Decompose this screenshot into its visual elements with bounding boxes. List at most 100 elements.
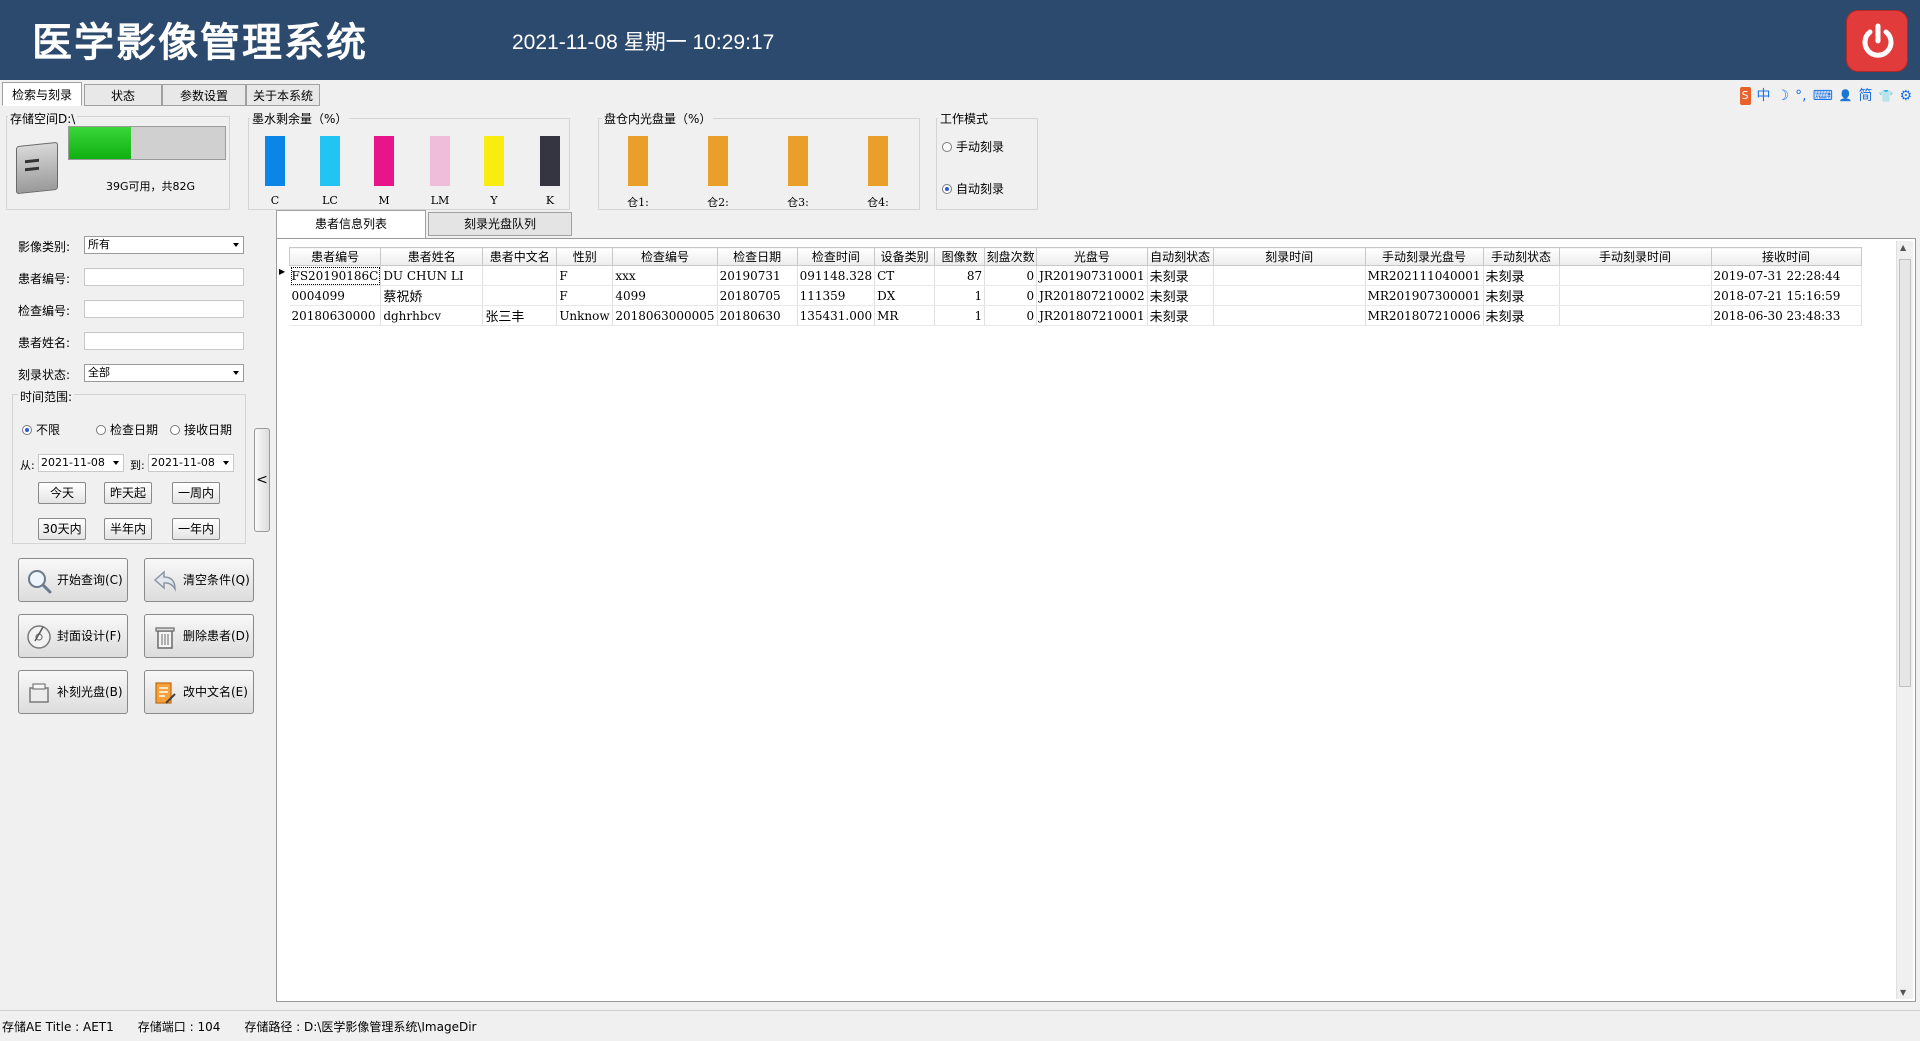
reburn-disc-button[interactable]: 补刻光盘(B)	[18, 670, 128, 714]
burn-status-select[interactable]: 全部	[84, 364, 244, 382]
patient-name-input[interactable]	[84, 332, 244, 350]
tab-about[interactable]: 关于本系统	[246, 84, 320, 106]
column-header[interactable]: 性别	[556, 247, 614, 266]
within-half-year-button[interactable]: 半年内	[104, 518, 152, 540]
table-cell[interactable]: 未刻录	[1147, 285, 1214, 306]
table-cell[interactable]: 张三丰	[482, 305, 558, 326]
column-header[interactable]: 手动刻录时间	[1558, 247, 1712, 266]
table-cell[interactable]: 0	[984, 265, 1038, 286]
tab-patient-list[interactable]: 患者信息列表	[276, 210, 426, 238]
table-cell[interactable]: 091148.328	[797, 265, 876, 286]
gear-icon[interactable]: ⚙	[1899, 87, 1912, 105]
auto-burn-radio[interactable]: 自动刻录	[942, 180, 1004, 197]
table-cell[interactable]	[482, 285, 558, 306]
table-cell[interactable]: MR	[874, 305, 936, 326]
table-cell[interactable]: MR202111040001	[1365, 265, 1484, 286]
column-header[interactable]: 接收时间	[1710, 247, 1862, 266]
within-year-button[interactable]: 一年内	[172, 518, 220, 540]
table-row[interactable]: 20180630000 dghrhbcv 张三丰 Unknow 201806300000…	[289, 305, 1862, 326]
table-cell[interactable]: 87	[934, 265, 986, 286]
simplified-icon[interactable]: 简	[1858, 87, 1872, 105]
table-row[interactable]: FS20190186C DU CHUN LI Fxxx 20190731 091148.…	[289, 265, 1862, 286]
column-header[interactable]: 患者姓名	[380, 247, 484, 266]
table-cell[interactable]: 111359	[797, 285, 876, 306]
exam-id-input[interactable]	[84, 300, 244, 318]
column-header[interactable]: 图像数	[934, 247, 986, 266]
cover-design-button[interactable]: 封面设计(F)	[18, 614, 128, 658]
patient-id-input[interactable]	[84, 268, 244, 286]
start-query-button[interactable]: 开始查询(C)	[18, 558, 128, 602]
tab-search-burn[interactable]: 检索与刻录	[2, 82, 82, 106]
table-cell[interactable]: 未刻录	[1483, 285, 1560, 306]
clear-conditions-button[interactable]: 清空条件(Q)	[144, 558, 254, 602]
within-week-button[interactable]: 一周内	[172, 482, 220, 504]
time-unlimited-radio[interactable]: 不限	[22, 421, 60, 438]
table-cell[interactable]: 135431.000	[797, 305, 876, 326]
column-header[interactable]: 患者中文名	[482, 247, 558, 266]
table-cell[interactable]: MR201807210006	[1365, 305, 1484, 326]
table-cell[interactable]: 1	[934, 305, 986, 326]
table-cell[interactable]: 2018063000005	[612, 305, 718, 326]
table-cell[interactable]: dghrhbcv	[380, 305, 484, 326]
punctuation-icon[interactable]: °,	[1795, 87, 1806, 105]
rename-chinese-button[interactable]: 改中文名(E)	[144, 670, 254, 714]
table-cell[interactable]	[1213, 265, 1366, 286]
table-cell[interactable]: JR201807210002	[1036, 285, 1148, 306]
table-cell[interactable]: 未刻录	[1147, 305, 1214, 326]
table-cell[interactable]: MR201907300001	[1365, 285, 1484, 306]
table-cell[interactable]: 未刻录	[1483, 265, 1560, 286]
column-header[interactable]: 设备类别	[874, 247, 936, 266]
scroll-up-icon[interactable]: ▲	[1900, 243, 1906, 252]
table-cell[interactable]: 20180630000	[289, 305, 382, 326]
collapse-panel-button[interactable]: <	[254, 428, 270, 532]
table-cell[interactable]: 4099	[612, 285, 718, 306]
delete-patient-button[interactable]: 删除患者(D)	[144, 614, 254, 658]
table-cell[interactable]	[1213, 305, 1366, 326]
table-cell[interactable]: DU CHUN LI	[380, 265, 484, 286]
table-cell[interactable]: DX	[874, 285, 936, 306]
table-cell[interactable]: CT	[874, 265, 936, 286]
column-header[interactable]: 检查时间	[796, 247, 876, 266]
column-header[interactable]: 自动刻状态	[1146, 247, 1214, 266]
keyboard-icon[interactable]: ⌨	[1813, 87, 1833, 105]
sogou-ime-icon[interactable]: S	[1739, 87, 1751, 105]
table-cell[interactable]: F	[556, 285, 614, 306]
receive-date-radio[interactable]: 接收日期	[170, 421, 232, 438]
table-cell[interactable]: JR201907310001	[1036, 265, 1148, 286]
power-button[interactable]	[1846, 10, 1908, 72]
table-cell[interactable]	[1213, 285, 1366, 306]
table-cell[interactable]: 20190731	[717, 265, 798, 286]
column-header[interactable]: 刻录时间	[1212, 247, 1366, 266]
column-header[interactable]: 检查编号	[612, 247, 718, 266]
column-header[interactable]: 患者编号	[288, 247, 382, 266]
column-header[interactable]: 刻盘次数	[984, 247, 1038, 266]
table-cell[interactable]	[482, 265, 558, 286]
tab-settings[interactable]: 参数设置	[162, 84, 246, 106]
within-30-days-button[interactable]: 30天内	[38, 518, 86, 540]
table-cell[interactable]: 0	[984, 285, 1038, 306]
table-cell[interactable]: 未刻录	[1483, 305, 1560, 326]
table-cell[interactable]: 2019-07-31 22:28:44	[1711, 265, 1862, 286]
table-cell[interactable]: 0	[984, 305, 1038, 326]
table-cell[interactable]: 蔡祝娇	[380, 285, 484, 306]
user-icon[interactable]: 👤	[1839, 87, 1853, 105]
table-cell[interactable]: F	[556, 265, 614, 286]
table-cell[interactable]: 2018-06-30 23:48:33	[1711, 305, 1862, 326]
table-cell[interactable]	[1559, 285, 1712, 306]
from-date-picker[interactable]: 2021-11-08	[38, 454, 124, 472]
table-cell[interactable]	[1559, 305, 1712, 326]
table-cell[interactable]: 20180705	[717, 285, 798, 306]
scroll-thumb[interactable]	[1899, 259, 1911, 687]
table-row[interactable]: 0004099 蔡祝娇 F 4099 20180705 111359 DX 1 0 JR20180…	[289, 285, 1862, 306]
grid-vertical-scrollbar[interactable]: ▲ ▼	[1896, 241, 1913, 999]
shirt-icon[interactable]: 👕	[1878, 87, 1893, 105]
image-type-select[interactable]: 所有	[84, 236, 244, 254]
table-cell[interactable]: Unknow	[556, 305, 614, 326]
table-cell[interactable]: JR201807210001	[1036, 305, 1148, 326]
table-cell[interactable]: 20180630	[717, 305, 798, 326]
column-header[interactable]: 手动刻录光盘号	[1364, 247, 1484, 266]
column-header[interactable]: 光盘号	[1036, 247, 1148, 266]
moon-icon[interactable]: ☽	[1777, 87, 1790, 105]
column-header[interactable]: 检查日期	[716, 247, 798, 266]
manual-burn-radio[interactable]: 手动刻录	[942, 138, 1004, 155]
